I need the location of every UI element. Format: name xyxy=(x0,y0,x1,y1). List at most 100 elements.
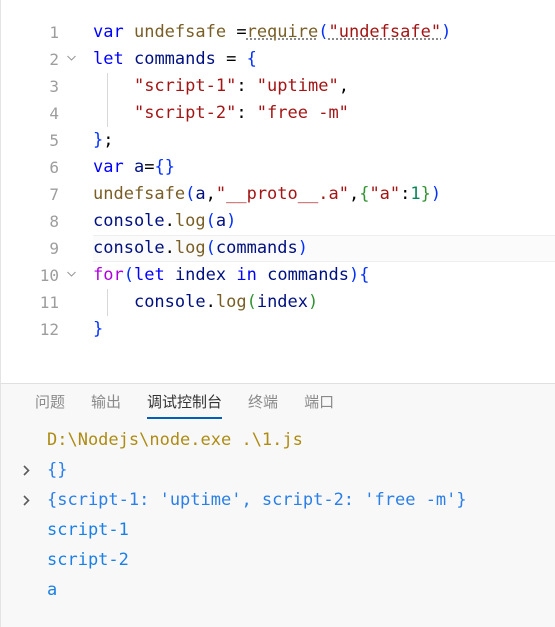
code-token: "script-1" xyxy=(133,76,237,96)
line-number[interactable]: 10 xyxy=(1,262,59,289)
line-number[interactable]: 5 xyxy=(1,127,59,154)
code-token: undefsafe xyxy=(93,184,186,204)
code-line[interactable]: 11 console.log(index) xyxy=(1,289,555,316)
code-token: { xyxy=(246,49,257,69)
code-token: "script-2" xyxy=(133,103,237,123)
panel-tab-label: 终端 xyxy=(248,393,279,411)
panel-tab-bar: 问题 输出 调试控制台 终端 端口 xyxy=(1,384,555,420)
tab-ports[interactable]: 端口 xyxy=(304,384,334,420)
code-line[interactable]: 5}; xyxy=(1,127,555,154)
code-text: "script-1": "uptime", xyxy=(93,73,555,100)
chevron-down-icon[interactable] xyxy=(63,262,79,277)
chevron-right-icon[interactable] xyxy=(23,485,37,515)
code-token: "__proto__.a" xyxy=(215,184,349,204)
code-token: } xyxy=(93,130,104,150)
code-token: ( xyxy=(246,292,257,312)
code-token: var xyxy=(93,157,124,177)
console-log-row[interactable]: script-1 xyxy=(1,515,555,545)
console-text: D:\Nodejs\node.exe .\1.js xyxy=(47,430,303,450)
code-token: log xyxy=(174,238,206,258)
code-line[interactable]: 4 "script-2": "free -m" xyxy=(1,100,555,127)
code-token: ; xyxy=(103,130,114,150)
code-token: , xyxy=(338,76,349,96)
panel-tab-label: 问题 xyxy=(35,393,66,411)
line-number[interactable]: 9 xyxy=(1,235,59,262)
console-object-row[interactable]: {} xyxy=(1,455,555,485)
line-number[interactable]: 7 xyxy=(1,181,59,208)
code-token: console xyxy=(133,292,206,312)
code-token: ( xyxy=(185,184,196,204)
code-token: = xyxy=(144,157,155,177)
tab-terminal[interactable]: 终端 xyxy=(248,384,278,420)
console-text: script-2 xyxy=(47,550,129,570)
code-line[interactable]: 10 for(let index in commands){ xyxy=(1,262,555,289)
code-line[interactable]: 2 let commands = { xyxy=(1,46,555,73)
code-token: "free -m" xyxy=(256,103,349,123)
code-text: console.log(index) xyxy=(93,289,555,316)
code-text: console.log(commands) xyxy=(93,235,555,262)
code-token: ) xyxy=(349,265,360,285)
code-line[interactable]: 12} xyxy=(1,316,555,343)
code-token: ( xyxy=(318,22,329,42)
code-token: index xyxy=(174,265,227,285)
code-token: {} xyxy=(154,157,175,177)
line-number[interactable]: 2 xyxy=(1,46,59,73)
tab-output[interactable]: 输出 xyxy=(91,384,121,420)
line-number[interactable]: 3 xyxy=(1,73,59,100)
console-log-row[interactable]: a xyxy=(1,575,555,605)
code-token: , xyxy=(348,184,360,204)
code-token: } xyxy=(93,319,104,339)
line-number[interactable]: 6 xyxy=(1,154,59,181)
code-editor[interactable]: 1 var undefsafe =require("undefsafe") 2 let… xyxy=(0,0,555,383)
console-object-row[interactable]: {script-1: 'uptime', script-2: 'free -m'… xyxy=(1,485,555,515)
code-text: }; xyxy=(93,127,555,154)
code-token: . xyxy=(164,238,175,258)
console-log-row[interactable]: script-2 xyxy=(1,545,555,575)
tab-problems[interactable]: 问题 xyxy=(35,384,65,420)
code-token: index xyxy=(256,292,309,312)
console-text: script-1 xyxy=(47,520,129,540)
chevron-right-icon[interactable] xyxy=(23,455,37,485)
code-token: ) xyxy=(297,238,309,258)
code-token: commands xyxy=(133,49,216,69)
code-token: = xyxy=(226,49,237,69)
bottom-panel: 问题 输出 调试控制台 终端 端口 D:\Nodejs\node.exe .\1.js {… xyxy=(0,383,555,627)
line-number[interactable]: 11 xyxy=(1,289,59,316)
code-token: ( xyxy=(205,211,216,231)
line-number[interactable]: 12 xyxy=(1,316,59,343)
line-number[interactable]: 1 xyxy=(1,19,59,46)
code-text: undefsafe(a,"__proto__.a",{"a":1}) xyxy=(93,181,555,208)
console-command-line[interactable]: D:\Nodejs\node.exe .\1.js xyxy=(1,425,555,455)
code-line[interactable]: 7 undefsafe(a,"__proto__.a",{"a":1}) xyxy=(1,181,555,208)
code-line[interactable]: 9 console.log(commands) xyxy=(1,235,555,262)
tab-debug-console[interactable]: 调试控制台 xyxy=(147,384,223,420)
code-token: : xyxy=(400,184,411,204)
line-number[interactable]: 8 xyxy=(1,208,59,235)
code-line[interactable]: 8 console.log(a) xyxy=(1,208,555,235)
code-token: 1 xyxy=(410,184,421,204)
code-token: commands xyxy=(267,265,349,285)
code-token: ) xyxy=(226,211,237,231)
code-token: undefsafe xyxy=(133,22,227,42)
code-token: { xyxy=(359,184,370,204)
code-token: . xyxy=(205,292,216,312)
code-line[interactable]: 6 var a={} xyxy=(1,154,555,181)
line-number[interactable]: 4 xyxy=(1,100,59,127)
debug-console-output[interactable]: D:\Nodejs\node.exe .\1.js {} {script-1: 'u… xyxy=(1,420,555,625)
chevron-down-icon[interactable] xyxy=(63,46,79,61)
code-text: for(let index in commands){ xyxy=(93,262,555,289)
code-token: ) xyxy=(430,184,442,204)
code-line[interactable]: 3 "script-1": "uptime", xyxy=(1,73,555,100)
code-token: , xyxy=(205,184,216,204)
code-token: "uptime" xyxy=(256,76,339,96)
code-token: "undefsafe" xyxy=(328,22,442,42)
code-token: ) xyxy=(308,292,319,312)
code-line[interactable]: 1 var undefsafe =require("undefsafe") xyxy=(1,19,555,46)
code-token: in xyxy=(236,265,257,285)
